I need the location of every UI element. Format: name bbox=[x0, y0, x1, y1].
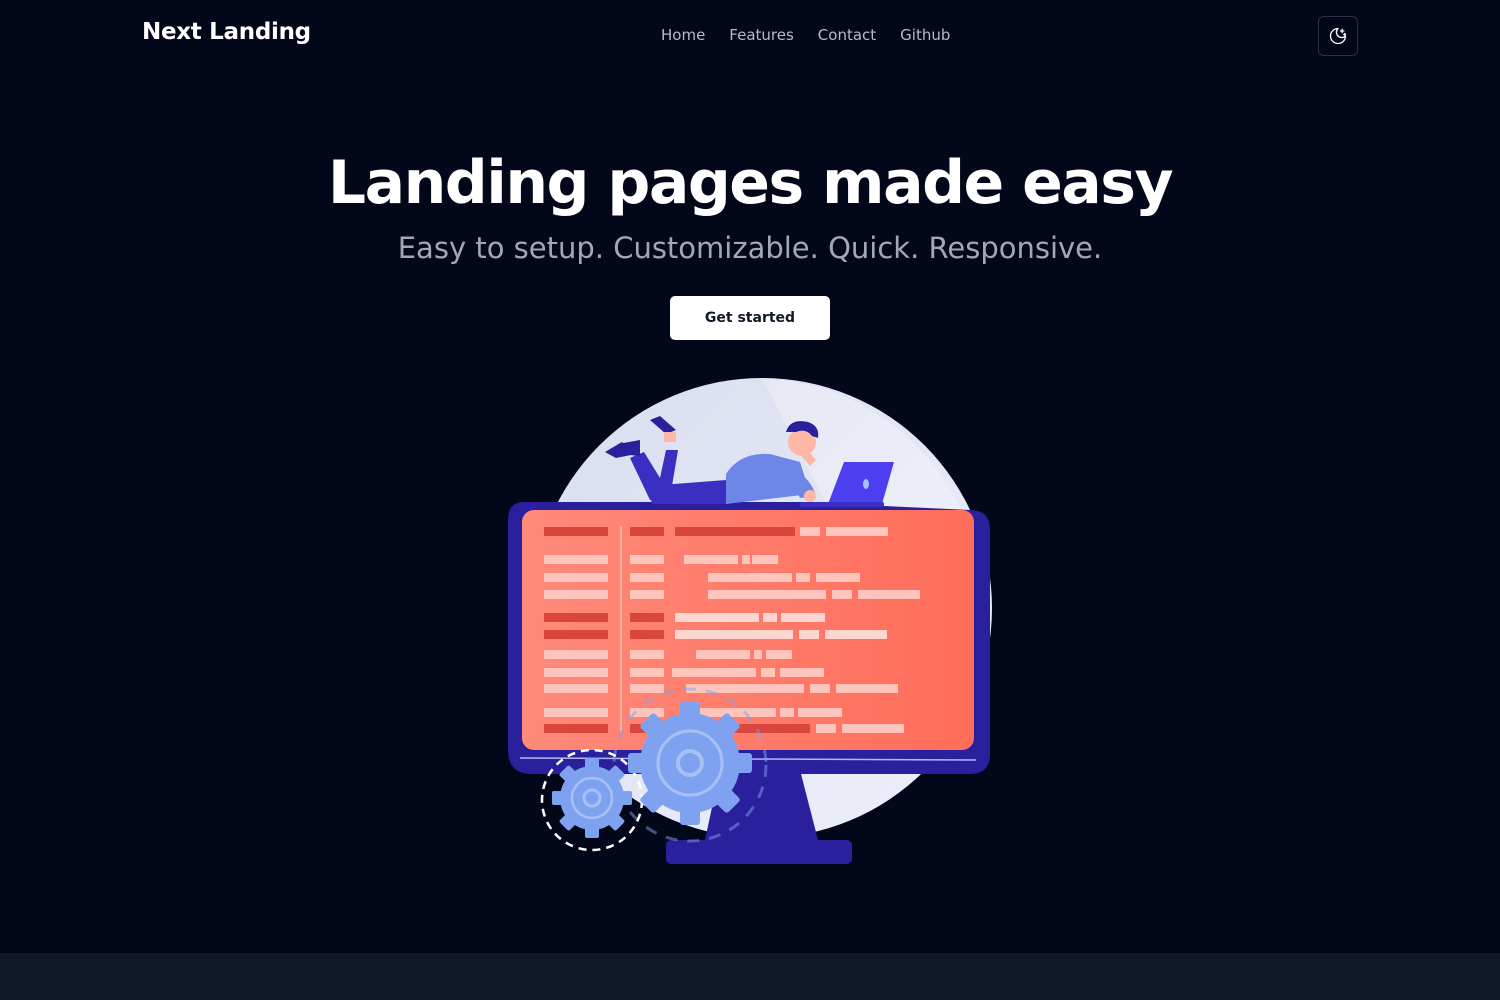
person-on-monitor-illustration bbox=[508, 378, 992, 864]
navbar: Next Landing Home Features Contact Githu… bbox=[0, 0, 1500, 72]
get-started-button[interactable]: Get started bbox=[670, 296, 830, 340]
nav-link-features[interactable]: Features bbox=[729, 26, 794, 44]
hero-illustration bbox=[500, 370, 1000, 870]
hero-section: Landing pages made easy Easy to setup. C… bbox=[0, 140, 1500, 268]
footer-band bbox=[0, 953, 1500, 1000]
hero-subtitle: Easy to setup. Customizable. Quick. Resp… bbox=[397, 231, 1103, 265]
large-gear bbox=[628, 701, 752, 825]
theme-toggle-button[interactable] bbox=[1318, 16, 1358, 56]
nav-link-contact[interactable]: Contact bbox=[818, 26, 876, 44]
monitor-base bbox=[666, 840, 852, 864]
nav-links: Home Features Contact Github bbox=[661, 26, 950, 44]
nav-link-home[interactable]: Home bbox=[661, 26, 705, 44]
moon-stars-icon bbox=[1329, 27, 1347, 45]
brand-logo[interactable]: Next Landing bbox=[142, 19, 311, 45]
nav-link-github[interactable]: Github bbox=[900, 26, 950, 44]
small-gear bbox=[552, 758, 632, 838]
hero-title: Landing pages made easy bbox=[327, 148, 1174, 218]
